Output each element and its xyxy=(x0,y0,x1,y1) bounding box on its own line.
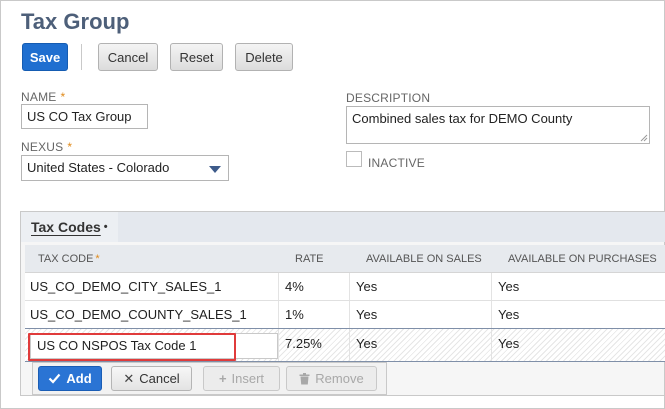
cell-available-on-purchases: Yes xyxy=(498,279,520,294)
add-row-label: Add xyxy=(66,371,92,386)
column-divider xyxy=(349,329,350,361)
cancel-row-button[interactable]: ✕ Cancel xyxy=(111,366,192,391)
name-field[interactable]: US CO Tax Group xyxy=(21,104,148,129)
column-divider xyxy=(491,301,492,328)
column-header-tax-code-text: TAX CODE xyxy=(38,253,94,265)
page-title: Tax Group xyxy=(21,9,130,34)
column-divider xyxy=(278,273,279,300)
column-header-rate[interactable]: RATE xyxy=(295,245,324,273)
required-marker: * xyxy=(67,140,73,154)
trash-icon xyxy=(299,372,310,384)
nexus-label: NEXUS * xyxy=(21,140,72,154)
toolbar-divider xyxy=(81,44,82,70)
check-icon xyxy=(49,373,61,384)
tab-tax-codes[interactable]: Tax Codes • xyxy=(21,212,118,242)
add-row-button[interactable]: Add xyxy=(38,366,102,391)
cell-rate[interactable]: 7.25% xyxy=(285,330,322,358)
insert-row-label: Insert xyxy=(231,371,265,386)
required-marker: * xyxy=(60,90,66,104)
cell-available-on-purchases: Yes xyxy=(498,307,520,322)
nexus-select-value: United States - Colorado xyxy=(27,160,170,175)
cell-available-on-purchases[interactable]: Yes xyxy=(498,330,519,358)
column-divider xyxy=(491,329,492,361)
nexus-select[interactable]: United States - Colorado xyxy=(21,155,229,181)
inactive-label: INACTIVE xyxy=(368,156,425,170)
annotation-highlight-box xyxy=(28,333,236,361)
tab-tax-codes-label: Tax Codes xyxy=(31,219,101,235)
resize-grip-icon[interactable] xyxy=(640,134,648,142)
table-row[interactable]: US_CO_DEMO_COUNTY_SALES_1 1% Yes Yes xyxy=(25,301,665,329)
reset-button[interactable]: Reset xyxy=(170,43,223,71)
column-divider xyxy=(278,329,279,361)
description-field[interactable]: Combined sales tax for DEMO County xyxy=(346,106,650,144)
insert-row-button[interactable]: + Insert xyxy=(203,366,280,391)
column-divider xyxy=(349,273,350,300)
required-marker: * xyxy=(95,253,100,265)
column-header-available-on-sales[interactable]: AVAILABLE ON SALES xyxy=(366,245,482,273)
delete-button[interactable]: Delete xyxy=(235,43,293,71)
cell-available-on-sales[interactable]: Yes xyxy=(356,330,377,358)
cell-rate: 4% xyxy=(285,279,304,294)
cell-available-on-sales: Yes xyxy=(356,307,378,322)
column-divider xyxy=(349,301,350,328)
plus-icon: + xyxy=(218,371,227,386)
cell-tax-code: US_CO_DEMO_CITY_SALES_1 xyxy=(30,279,222,294)
table-row[interactable]: US_CO_DEMO_CITY_SALES_1 4% Yes Yes xyxy=(25,273,665,301)
remove-row-label: Remove xyxy=(315,371,364,386)
close-icon: ✕ xyxy=(123,370,135,386)
save-button[interactable]: Save xyxy=(22,43,68,71)
chevron-down-icon[interactable] xyxy=(209,166,221,173)
name-label-text: NAME xyxy=(21,90,57,104)
column-header-available-on-purchases[interactable]: AVAILABLE ON PURCHASES xyxy=(508,245,657,273)
nexus-label-text: NEXUS xyxy=(21,140,64,154)
column-divider xyxy=(491,273,492,300)
table-header: TAX CODE * RATE AVAILABLE ON SALES AVAILA… xyxy=(25,245,665,273)
column-header-tax-code[interactable]: TAX CODE * xyxy=(38,245,100,273)
cell-rate: 1% xyxy=(285,307,304,322)
cell-tax-code: US_CO_DEMO_COUNTY_SALES_1 xyxy=(30,307,247,322)
name-label: NAME * xyxy=(21,90,65,104)
cancel-row-label: Cancel xyxy=(139,371,180,386)
cancel-button[interactable]: Cancel xyxy=(98,43,158,71)
description-label: DESCRIPTION xyxy=(346,91,431,105)
tab-marker: • xyxy=(103,221,108,233)
column-divider xyxy=(278,301,279,328)
remove-row-button[interactable]: Remove xyxy=(286,366,377,391)
inactive-checkbox[interactable] xyxy=(346,151,362,167)
cell-available-on-sales: Yes xyxy=(356,279,378,294)
